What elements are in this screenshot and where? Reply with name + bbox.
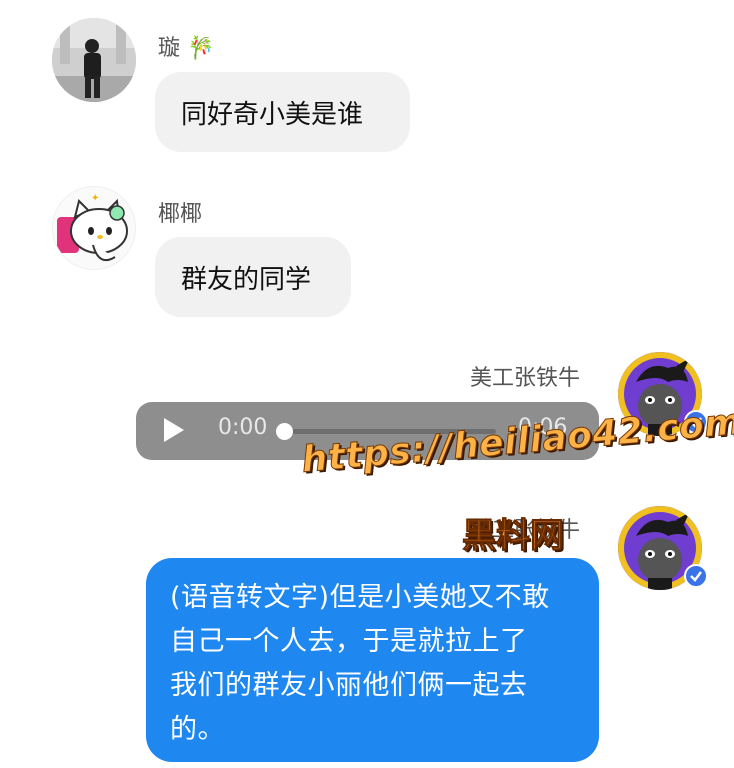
sender-name-text: 璇: [158, 36, 181, 61]
message-text: 群友的同学: [181, 264, 312, 295]
sender-name: 璇 🎋: [158, 30, 214, 62]
audio-progress-thumb[interactable]: [276, 423, 293, 440]
verified-badge-icon: [684, 564, 708, 588]
message-bubble[interactable]: 群友的同学: [155, 237, 351, 317]
svg-text:✦: ✦: [91, 193, 99, 204]
avatar-yeye[interactable]: ✦: [52, 186, 136, 270]
message-bubble[interactable]: 同好奇小美是谁: [155, 72, 410, 152]
message-text: 同好奇小美是谁: [181, 99, 364, 130]
hello-kitty-avatar-icon: ✦: [53, 187, 135, 269]
message-text-line: 的。: [170, 714, 225, 745]
sender-name: 美工张铁牛: [470, 366, 581, 391]
bamboo-emoji-icon: 🎋: [187, 36, 215, 61]
message-text-line: 自己一个人去，于是就拉上了: [170, 626, 528, 657]
message-text-line: 我们的群友小丽他们俩一起去: [170, 670, 528, 701]
audio-elapsed-time: 0:00: [218, 415, 268, 440]
sender-name: 椰椰: [158, 202, 203, 227]
message-bubble-outgoing[interactable]: (语音转文字)但是小美她又不敢 自己一个人去，于是就拉上了 我们的群友小丽他们俩…: [146, 558, 599, 762]
avatar-xuan[interactable]: [52, 18, 136, 102]
message-text-line: (语音转文字)但是小美她又不敢: [170, 582, 550, 613]
avatar-photo-icon: [52, 18, 136, 102]
watermark-site-name: 黑料网: [462, 516, 565, 557]
play-icon[interactable]: [164, 418, 184, 442]
